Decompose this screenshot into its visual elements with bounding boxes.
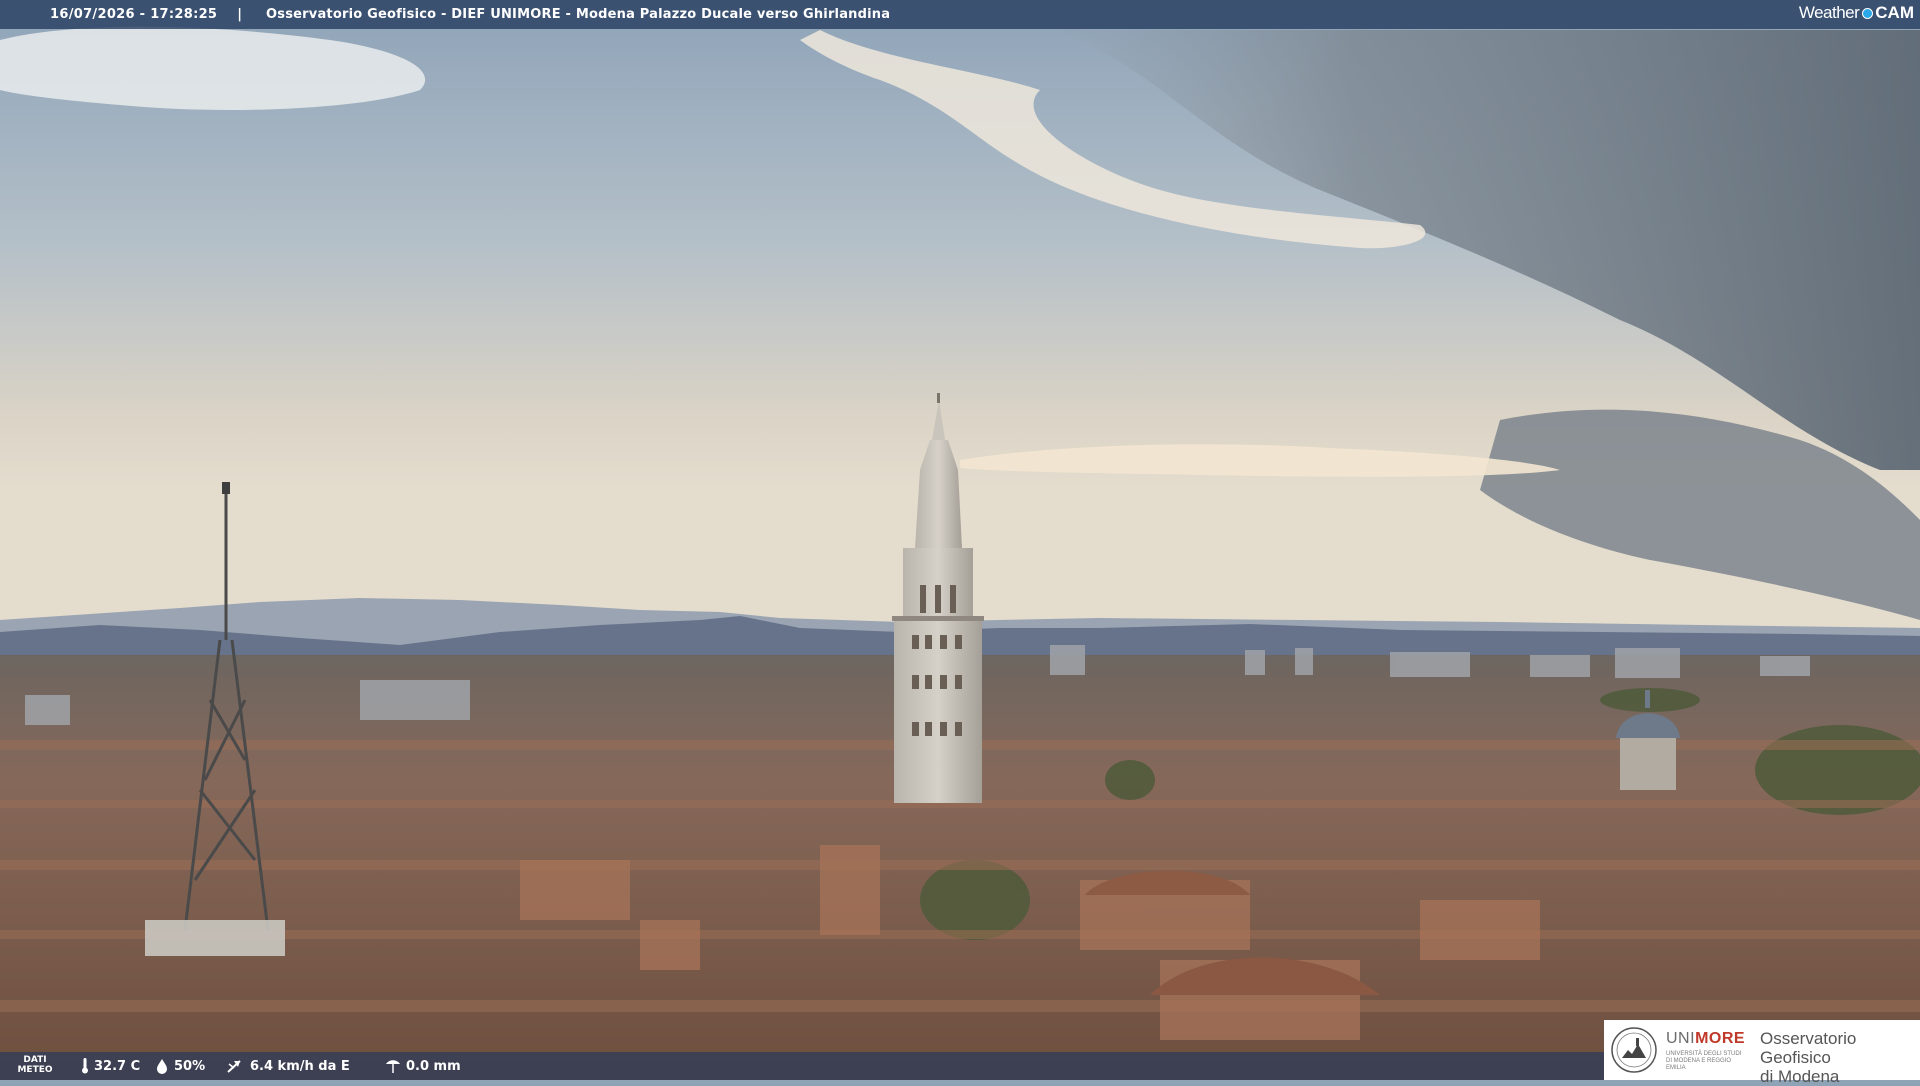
rain-reading: 0.0 mm	[384, 1058, 461, 1074]
university-seal-icon	[1611, 1027, 1657, 1073]
observatory-name: Osservatorio Geofisico di Modena	[1760, 1029, 1857, 1086]
unimore-wordmark: UNIMORE	[1666, 1030, 1746, 1047]
temperature-reading: 32.7 C	[80, 1058, 140, 1074]
wind-reading: 6.4 km/h da E	[226, 1058, 350, 1074]
thermometer-icon	[82, 1058, 88, 1074]
camera-title: Osservatorio Geofisico - DIEF UNIMORE - …	[266, 7, 891, 22]
brand-weather: Weather	[1798, 3, 1860, 22]
timestamp: 16/07/2026 - 17:28:25	[50, 7, 218, 22]
humidity-reading: 50%	[154, 1058, 205, 1074]
temperature-value: 32.7 C	[94, 1058, 141, 1074]
webcam-scene	[0, 0, 1920, 1080]
brand-cam: CAM	[1875, 3, 1914, 22]
wind-value: 6.4 km/h da E	[250, 1058, 350, 1074]
humidity-value: 50%	[174, 1058, 206, 1074]
humidity-drop-icon	[157, 1059, 167, 1074]
wind-icon	[227, 1060, 241, 1073]
weathercam-dot-icon	[1862, 7, 1874, 19]
meteo-label: DATI METEO	[17, 1055, 53, 1075]
separator: |	[237, 7, 243, 22]
rain-value: 0.0 mm	[406, 1058, 461, 1074]
unimore-logo: UNIMORE UNIVERSITÀ DEGLI STUDI DI MODENA…	[1604, 1020, 1920, 1086]
university-name: UNIVERSITÀ DEGLI STUDI DI MODENA E REGGI…	[1666, 1051, 1742, 1071]
weathercam-brand: Weather CAM	[1799, 3, 1914, 23]
top-overlay-bar: 16/07/2026 - 17:28:25 | Osservatorio Geo…	[0, 0, 1920, 29]
rain-gauge-icon	[386, 1060, 400, 1073]
